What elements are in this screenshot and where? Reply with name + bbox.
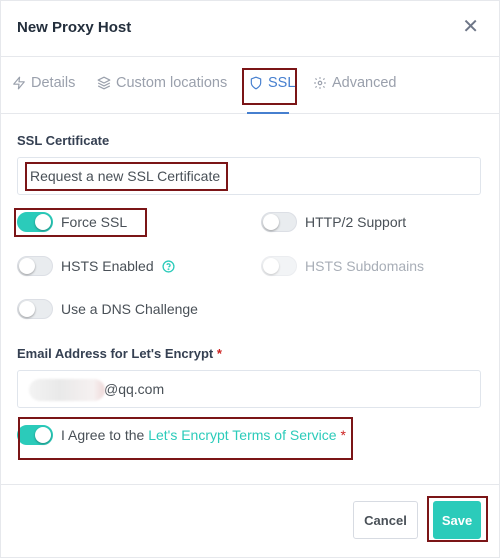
hsts-subdomains-toggle	[261, 256, 297, 276]
ssl-certificate-label: SSL Certificate	[17, 133, 110, 148]
hsts-enabled-label: HSTS Enabled	[61, 258, 154, 274]
tab-advanced[interactable]: Advanced	[313, 75, 397, 91]
email-label: Email Address for Let's Encrypt *	[17, 346, 222, 361]
annotation-box-certificate	[25, 162, 228, 191]
tab-details-label: Details	[31, 75, 76, 91]
footer-divider	[1, 484, 500, 485]
dns-challenge-label: Use a DNS Challenge	[61, 301, 198, 317]
active-tab-indicator	[247, 112, 289, 114]
redacted-email-blur	[29, 379, 105, 401]
annotation-box-ssl-tab	[242, 68, 297, 105]
email-value: @qq.com	[104, 381, 165, 397]
annotation-box-agree	[18, 417, 353, 460]
email-label-text: Email Address for Let's Encrypt	[17, 346, 214, 361]
annotation-box-force-ssl	[14, 208, 147, 237]
modal-header: New Proxy Host ✕	[1, 1, 500, 57]
modal-title: New Proxy Host	[17, 19, 132, 36]
gear-icon	[314, 77, 326, 89]
tab-details[interactable]: Details	[12, 75, 75, 91]
http2-toggle[interactable]	[261, 212, 297, 232]
layers-icon	[97, 76, 111, 90]
required-mark: *	[216, 346, 222, 361]
hsts-enabled-toggle[interactable]	[17, 256, 53, 276]
cancel-button[interactable]: Cancel	[353, 501, 418, 539]
help-circle-icon[interactable]	[162, 259, 175, 273]
new-proxy-host-modal: New Proxy Host ✕ Details Custom location…	[0, 0, 500, 558]
tab-advanced-label: Advanced	[332, 75, 397, 91]
hsts-subdomains-label: HSTS Subdomains	[305, 258, 425, 274]
bolt-icon	[13, 76, 25, 90]
tab-custom-locations[interactable]: Custom locations	[97, 75, 227, 91]
dns-challenge-toggle[interactable]	[17, 299, 53, 319]
annotation-box-save	[427, 496, 488, 542]
hsts-subdomains-row: HSTS Subdomains	[261, 256, 424, 276]
tab-custom-locations-label: Custom locations	[116, 75, 228, 91]
dns-challenge-row: Use a DNS Challenge	[17, 299, 198, 319]
hsts-enabled-row: HSTS Enabled	[17, 256, 175, 276]
http2-row: HTTP/2 Support	[261, 212, 406, 232]
close-icon[interactable]: ✕	[462, 17, 479, 37]
http2-label: HTTP/2 Support	[305, 214, 407, 230]
